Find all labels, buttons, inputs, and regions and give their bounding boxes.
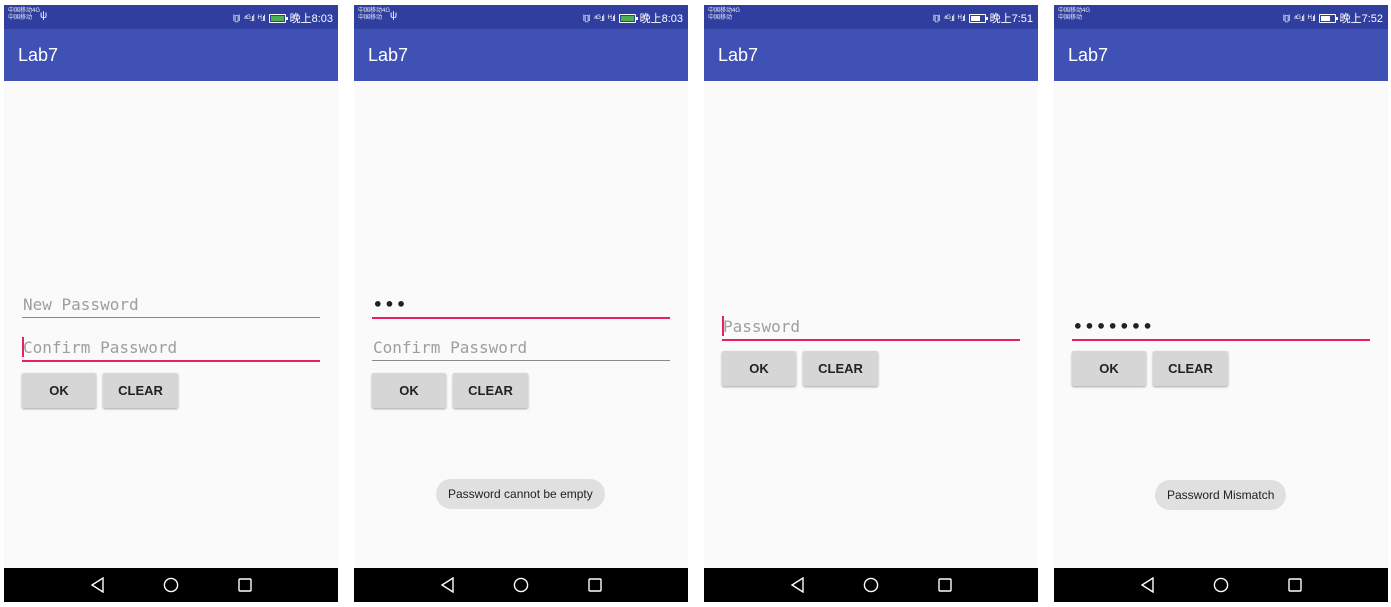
signal-4g-icon: ⁴ᴳ.ıl xyxy=(593,13,604,23)
back-icon[interactable] xyxy=(1140,577,1156,593)
password-field[interactable]: ••••••• xyxy=(1072,309,1370,341)
battery-fill xyxy=(1320,15,1330,21)
app-bar: Lab7 xyxy=(1054,29,1388,81)
back-icon[interactable] xyxy=(790,577,806,593)
carrier-label: 中国移动4G 中国移动 xyxy=(8,8,41,21)
status-icons: ǀ▯ǀ ⁴ᴳ.ıl ᴴ.ıl 晚上7:51 xyxy=(933,10,1033,26)
back-icon[interactable] xyxy=(440,577,456,593)
new-password-field[interactable]: ••• xyxy=(372,287,670,319)
signal-icon: ᴴ.ıl xyxy=(607,13,616,23)
status-time: 晚上7:52 xyxy=(1339,13,1383,25)
recents-icon[interactable] xyxy=(937,577,953,593)
app-bar: Lab7 xyxy=(354,29,688,81)
new-password-value: ••• xyxy=(373,295,408,314)
app-title: Lab7 xyxy=(18,45,59,65)
back-icon[interactable] xyxy=(90,577,106,593)
usb-icon: ψ xyxy=(40,10,48,21)
status-icons: ǀ▯ǀ ⁴ᴳ.ıl ᴴ.ıl 晚上8:03 xyxy=(583,10,683,26)
vibrate-icon: ǀ▯ǀ xyxy=(1282,12,1291,23)
battery-icon xyxy=(618,13,638,23)
recents-icon[interactable] xyxy=(237,577,253,593)
navigation-bar xyxy=(354,568,688,602)
signal-4g-icon: ⁴ᴳ.ıl xyxy=(943,13,954,23)
recents-icon[interactable] xyxy=(587,577,603,593)
recents-icon[interactable] xyxy=(1287,577,1303,593)
confirm-password-placeholder: Confirm Password xyxy=(373,338,528,357)
clear-button[interactable]: CLEAR xyxy=(803,351,878,386)
signal-icon: ᴴ.ıl xyxy=(957,13,966,23)
status-bar: 中国移动4G 中国移动 ψ ǀ▯ǀ ⁴ᴳ.ıl ᴴ.ıl 晚上8:03 xyxy=(354,5,688,29)
battery-fill xyxy=(270,15,284,21)
home-icon[interactable] xyxy=(163,577,179,593)
battery-fill xyxy=(620,15,634,21)
new-password-field[interactable]: New Password xyxy=(22,287,320,318)
ok-button[interactable]: OK xyxy=(1072,351,1146,386)
signal-4g-icon: ⁴ᴳ.ıl xyxy=(1293,13,1304,23)
phone-screen-2: 中国移动4G 中国移动 ψ ǀ▯ǀ ⁴ᴳ.ıl ᴴ.ıl 晚上8:03 Lab7 … xyxy=(354,5,688,602)
carrier-label: 中国移动4G 中国移动 xyxy=(708,8,741,21)
clear-button[interactable]: CLEAR xyxy=(103,373,178,408)
battery-icon xyxy=(968,13,988,23)
vibrate-icon: ǀ▯ǀ xyxy=(232,12,241,23)
battery-icon xyxy=(268,13,288,23)
toast-message: Password cannot be empty xyxy=(436,479,605,509)
clear-button[interactable]: CLEAR xyxy=(1153,351,1228,386)
battery-fill xyxy=(970,15,980,21)
battery-icon xyxy=(1318,13,1338,23)
password-value: ••••••• xyxy=(1073,317,1155,336)
usb-icon: ψ xyxy=(390,10,398,21)
app-bar: Lab7 xyxy=(4,29,338,81)
signal-4g-icon: ⁴ᴳ.ıl xyxy=(243,13,254,23)
signal-icon: ᴴ.ıl xyxy=(1307,13,1316,23)
password-placeholder: Password xyxy=(723,317,801,336)
status-icons: ǀ▯ǀ ⁴ᴳ.ıl ᴴ.ıl 晚上7:52 xyxy=(1283,10,1383,26)
clear-button[interactable]: CLEAR xyxy=(453,373,528,408)
status-time: 晚上7:51 xyxy=(989,13,1033,25)
app-bar: Lab7 xyxy=(704,29,1038,81)
vibrate-icon: ǀ▯ǀ xyxy=(932,12,941,23)
phone-screen-4: 中国移动4G 中国移动 ǀ▯ǀ ⁴ᴳ.ıl ᴴ.ıl 晚上7:52 Lab7 ••… xyxy=(1054,5,1388,602)
ok-button[interactable]: OK xyxy=(372,373,446,408)
password-field[interactable]: Password xyxy=(722,309,1020,341)
app-title: Lab7 xyxy=(368,45,409,65)
phone-screen-1: 中国移动4G 中国移动 ψ ǀ▯ǀ ⁴ᴳ.ıl ᴴ.ıl 晚上8:03 Lab7 … xyxy=(4,5,338,602)
confirm-password-field[interactable]: Confirm Password xyxy=(22,330,320,362)
ok-button[interactable]: OK xyxy=(722,351,796,386)
app-title: Lab7 xyxy=(718,45,759,65)
navigation-bar xyxy=(4,568,338,602)
home-icon[interactable] xyxy=(1213,577,1229,593)
home-icon[interactable] xyxy=(863,577,879,593)
vibrate-icon: ǀ▯ǀ xyxy=(582,12,591,23)
carrier-label: 中国移动4G 中国移动 xyxy=(358,8,391,21)
status-time: 晚上8:03 xyxy=(289,13,333,25)
status-time: 晚上8:03 xyxy=(639,13,683,25)
navigation-bar xyxy=(1054,568,1388,602)
carrier-label: 中国移动4G 中国移动 xyxy=(1058,8,1091,21)
signal-icon: ᴴ.ıl xyxy=(257,13,266,23)
ok-button[interactable]: OK xyxy=(22,373,96,408)
home-icon[interactable] xyxy=(513,577,529,593)
toast-message: Password Mismatch xyxy=(1155,480,1287,510)
status-icons: ǀ▯ǀ ⁴ᴳ.ıl ᴴ.ıl 晚上8:03 xyxy=(233,10,333,26)
confirm-password-placeholder: Confirm Password xyxy=(23,338,178,357)
navigation-bar xyxy=(704,568,1038,602)
phone-screen-3: 中国移动4G 中国移动 ǀ▯ǀ ⁴ᴳ.ıl ᴴ.ıl 晚上7:51 Lab7 Pa… xyxy=(704,5,1038,602)
new-password-placeholder: New Password xyxy=(23,295,139,314)
status-bar: 中国移动4G 中国移动 ǀ▯ǀ ⁴ᴳ.ıl ᴴ.ıl 晚上7:51 xyxy=(704,5,1038,29)
status-bar: 中国移动4G 中国移动 ǀ▯ǀ ⁴ᴳ.ıl ᴴ.ıl 晚上7:52 xyxy=(1054,5,1388,29)
status-bar: 中国移动4G 中国移动 ψ ǀ▯ǀ ⁴ᴳ.ıl ᴴ.ıl 晚上8:03 xyxy=(4,5,338,29)
confirm-password-field[interactable]: Confirm Password xyxy=(372,330,670,361)
app-title: Lab7 xyxy=(1068,45,1109,65)
